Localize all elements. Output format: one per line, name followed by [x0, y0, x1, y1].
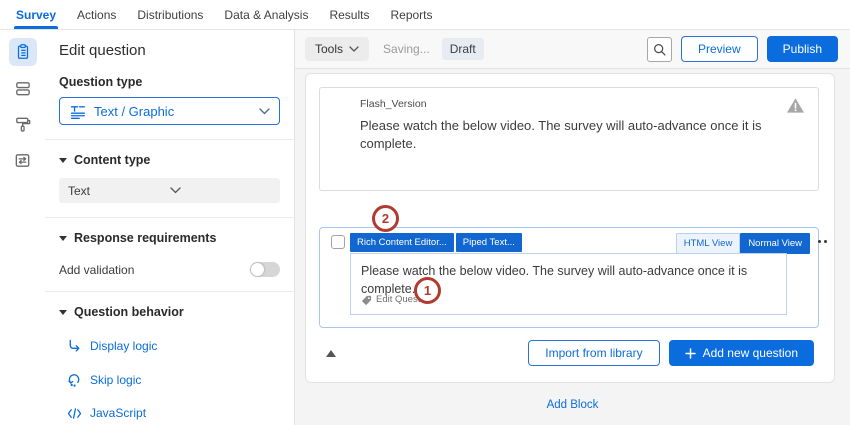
clipboard-icon: [14, 43, 32, 61]
top-nav: Survey Actions Distributions Data & Anal…: [0, 0, 850, 30]
collapse-caret-icon: [59, 236, 67, 241]
normal-view-button[interactable]: Normal View: [740, 233, 810, 254]
content-type-value: Text: [68, 184, 170, 198]
question-id-label: Flash_Version: [360, 98, 804, 110]
collapse-caret-icon: [59, 158, 67, 163]
response-requirements-label: Response requirements: [74, 231, 216, 245]
draft-status-badge: Draft: [442, 38, 484, 60]
section-response-requirements[interactable]: Response requirements: [59, 231, 280, 245]
question-type-value: Text / Graphic: [94, 104, 259, 119]
search-button[interactable]: [647, 37, 672, 62]
skip-logic-label: Skip logic: [90, 373, 141, 387]
toggle-knob: [251, 263, 264, 276]
nav-tab-distributions[interactable]: Distributions: [135, 0, 205, 29]
question-editing-container: Rich Content Editor... Piped Text... HTM…: [319, 227, 819, 328]
icon-rail: [0, 30, 45, 425]
saving-status: Saving...: [383, 42, 430, 56]
add-new-question-label: Add new question: [703, 346, 798, 360]
add-validation-row: Add validation: [59, 262, 280, 277]
text-graphic-icon: [69, 103, 86, 120]
chevron-down-icon: [349, 46, 359, 52]
add-new-question-button[interactable]: Add new question: [669, 340, 814, 366]
add-block-row: Add Block: [295, 395, 850, 413]
edit-question-panel: Edit question Question type Text / Graph…: [45, 30, 295, 425]
survey-flow-button[interactable]: [9, 74, 37, 102]
skip-logic-icon: [67, 372, 82, 387]
display-logic-icon: [67, 338, 82, 353]
look-and-feel-button[interactable]: [9, 110, 37, 138]
panel-title: Edit question: [59, 42, 280, 59]
block-footer: Import from library Add new question: [319, 340, 814, 366]
nav-tab-results[interactable]: Results: [327, 0, 371, 29]
search-icon: [652, 42, 667, 57]
skip-logic-link[interactable]: Skip logic: [59, 372, 280, 387]
publish-button[interactable]: Publish: [767, 36, 838, 62]
survey-builder-button[interactable]: [9, 38, 37, 66]
tools-button[interactable]: Tools: [305, 37, 369, 61]
tools-label: Tools: [315, 42, 343, 56]
collapse-caret-icon: [59, 310, 67, 315]
section-content-type[interactable]: Content type: [59, 153, 280, 167]
javascript-label: JavaScript: [90, 406, 146, 420]
survey-options-icon: [13, 151, 32, 170]
panel-divider: [45, 139, 294, 140]
warning-icon[interactable]: [786, 97, 805, 114]
chevron-down-icon: [259, 108, 270, 115]
add-validation-label: Add validation: [59, 263, 134, 277]
survey-flow-icon: [13, 79, 32, 98]
piped-text-button[interactable]: Piped Text...: [456, 233, 522, 252]
add-validation-toggle[interactable]: [250, 262, 280, 277]
annotation-callout-1: 1: [414, 277, 441, 304]
panel-divider: [45, 291, 294, 292]
editor-tab-bar: Rich Content Editor... Piped Text...: [350, 233, 522, 252]
main-area: Tools Saving... Draft Previ: [295, 30, 850, 425]
survey-canvas: Flash_Version Please watch the below vid…: [295, 68, 850, 425]
section-question-behavior[interactable]: Question behavior: [59, 305, 280, 319]
nav-tab-actions[interactable]: Actions: [75, 0, 118, 29]
collapse-block-arrow-icon[interactable]: [326, 350, 336, 357]
block-card: Flash_Version Please watch the below vid…: [305, 73, 835, 383]
content-type-label: Content type: [74, 153, 150, 167]
import-from-library-button[interactable]: Import from library: [528, 340, 659, 366]
rich-content-editor-button[interactable]: Rich Content Editor...: [350, 233, 454, 252]
panel-divider: [45, 217, 294, 218]
nav-tab-reports[interactable]: Reports: [388, 0, 434, 29]
question-type-label: Question type: [59, 75, 280, 89]
nav-tab-survey[interactable]: Survey: [14, 0, 58, 29]
content-type-select[interactable]: Text: [59, 178, 280, 203]
question-type-select[interactable]: Text / Graphic: [59, 97, 280, 125]
display-logic-label: Display logic: [90, 339, 157, 353]
preview-button[interactable]: Preview: [681, 36, 758, 62]
paint-roller-icon: [13, 115, 32, 134]
add-block-link[interactable]: Add Block: [547, 399, 599, 411]
qualtrics-survey-editor: Survey Actions Distributions Data & Anal…: [0, 0, 850, 425]
html-view-button[interactable]: HTML View: [676, 233, 741, 254]
question-text: Please watch the below video. The survey…: [360, 117, 804, 153]
chevron-down-icon: [170, 187, 272, 194]
plus-icon: [685, 348, 696, 359]
drag-handle-dots[interactable]: [818, 240, 827, 243]
annotation-callout-2: 2: [372, 205, 399, 232]
question-select-checkbox[interactable]: [331, 235, 345, 249]
nav-tab-data-analysis[interactable]: Data & Analysis: [222, 0, 310, 29]
display-logic-link[interactable]: Display logic: [59, 338, 280, 353]
editor-toolbar: Tools Saving... Draft Previ: [295, 30, 850, 68]
tag-icon: [361, 295, 372, 306]
view-toggle-group: HTML View Normal View: [676, 233, 810, 254]
code-icon: [67, 407, 82, 420]
survey-options-button[interactable]: [9, 146, 37, 174]
question-flash-version[interactable]: Flash_Version Please watch the below vid…: [319, 87, 819, 191]
question-behavior-label: Question behavior: [74, 305, 184, 319]
javascript-link[interactable]: JavaScript: [59, 406, 280, 420]
